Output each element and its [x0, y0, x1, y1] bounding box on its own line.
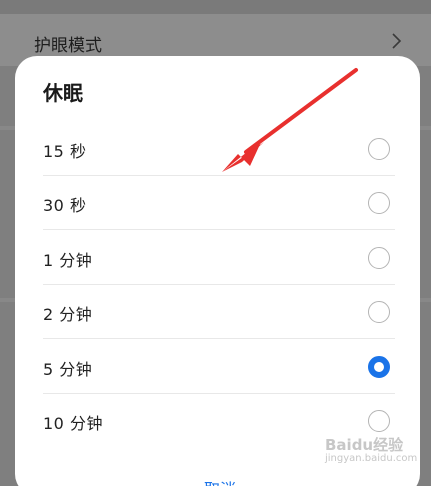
- watermark-text: Baidu经验: [325, 436, 404, 454]
- baidu-watermark: Baidu经验 jingyan.baidu.com: [325, 434, 417, 468]
- annotation-arrow: [222, 68, 358, 172]
- watermark-sub: jingyan.baidu.com: [325, 453, 418, 464]
